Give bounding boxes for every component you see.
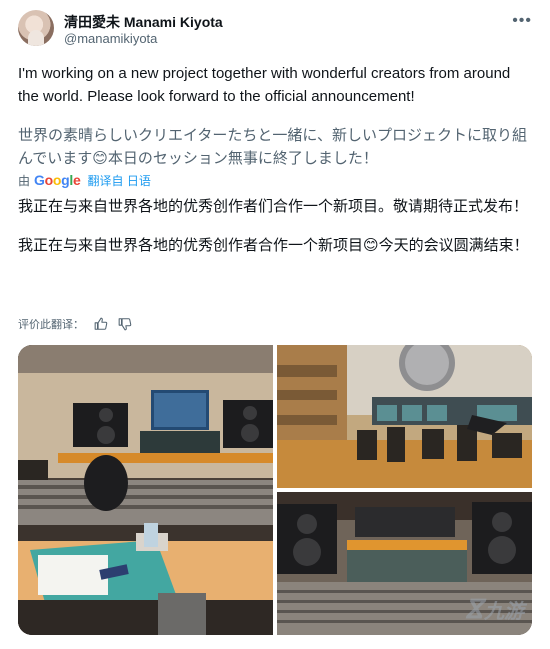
tweet-text-japanese: 世界の素晴らしいクリエイターたちと一緒に、新しいプロジェクトに取り組んでいます😊… [18, 124, 532, 170]
smile-emoji-icon: 😊 [92, 150, 108, 167]
thumbs-down-icon[interactable] [118, 317, 132, 331]
tweet-text-english: I'm working on a new project together wi… [18, 65, 511, 105]
tweet-jp-part2: 本日のセッション無事に終了しました！ [107, 150, 378, 167]
smile-emoji-icon: 😊 [363, 237, 379, 254]
author-handle[interactable]: @manamikiyota [64, 31, 157, 46]
media-gallery: ⴵ 九游 [18, 345, 532, 635]
orchestra-hall-image [277, 345, 532, 488]
tweet-header: 清田愛未 Manami Kiyota @manamikiyota ••• [18, 10, 532, 50]
watermark-text: 九游 [484, 601, 524, 623]
thumbs-up-icon[interactable] [94, 317, 108, 331]
control-room-image [18, 345, 273, 635]
watermark-glyph-icon: ⴵ [465, 594, 482, 624]
photo-orchestra-hall[interactable] [277, 345, 532, 488]
translated-text: 我正在与来自世界各地的优秀创作者们合作一个新项目。敬请期待正式发布！ 我正在与来… [18, 195, 532, 273]
translation-p2-part1: 我正在与来自世界各地的优秀创作者合作一个新项目 [18, 237, 364, 254]
more-dots-icon[interactable]: ••• [512, 12, 532, 30]
rate-label: 评价此翻译： [18, 319, 84, 331]
translation-paragraph-1: 我正在与来自世界各地的优秀创作者们合作一个新项目。敬请期待正式发布！ [18, 198, 529, 215]
avatar[interactable] [18, 10, 54, 46]
photo-control-room[interactable] [18, 345, 273, 635]
translation-attribution: 由 Google 翻译自 日语 [18, 171, 151, 189]
translation-paragraph-2: 我正在与来自世界各地的优秀创作者合作一个新项目😊今天的会议圆满结束！ [18, 234, 532, 257]
translated-from-link[interactable]: 翻译自 日语 [88, 172, 151, 189]
rate-translation-row: 评价此翻译： [18, 316, 132, 332]
watermark-logo: ⴵ 九游 [465, 594, 524, 625]
by-label: 由 [18, 173, 31, 188]
google-logo: Google [34, 172, 81, 188]
translation-p2-part2: 今天的会议圆满结束！ [378, 237, 529, 254]
author-display-name[interactable]: 清田愛未 Manami Kiyota [64, 12, 223, 32]
